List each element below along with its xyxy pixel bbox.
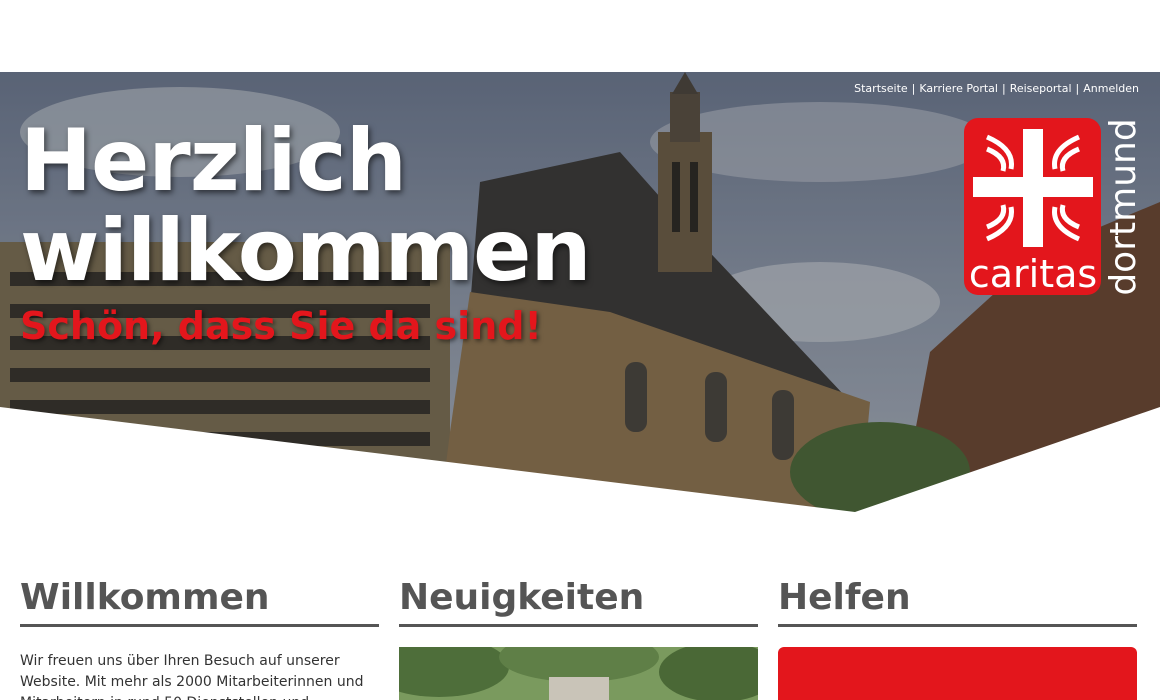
top-links-nav: Startseite | Karriere Portal | Reiseportal | A… [854,82,1139,95]
top-white-bar [0,0,1160,72]
news-heading: Neuigkeiten [399,576,758,627]
hero-subtitle: Schön, dass Sie da sind! [20,304,542,348]
news-image[interactable] [399,647,758,700]
caritas-logo[interactable]: caritas dortmund [963,117,1141,297]
nav-link-karriere-portal[interactable]: Karriere Portal [919,82,998,95]
help-column: Helfen [778,576,1137,700]
welcome-text: Wir freuen uns über Ihren Besuch auf uns… [20,653,364,700]
nav-separator: | [911,82,916,95]
hero-title-line-1: Herzlich [20,111,407,211]
news-column: Neuigkeiten [399,576,758,700]
hero-banner: Startseite | Karriere Portal | Reiseportal | A… [0,72,1160,512]
nav-link-reiseportal[interactable]: Reiseportal [1010,82,1072,95]
help-heading: Helfen [778,576,1137,627]
hero-title-line-2: willkommen [20,201,592,301]
help-red-box[interactable] [778,647,1137,700]
welcome-column: Willkommen Wir freuen uns über Ihren Bes… [20,576,379,700]
hero-title: Herzlich willkommen [20,111,592,301]
logo-caritas-text: caritas [969,252,1097,296]
nav-separator: | [1001,82,1006,95]
nav-link-anmelden[interactable]: Anmelden [1083,82,1139,95]
logo-city-text: dortmund [1103,118,1141,295]
welcome-heading: Willkommen [20,576,379,627]
nav-link-startseite[interactable]: Startseite [854,82,908,95]
nav-separator: | [1075,82,1080,95]
